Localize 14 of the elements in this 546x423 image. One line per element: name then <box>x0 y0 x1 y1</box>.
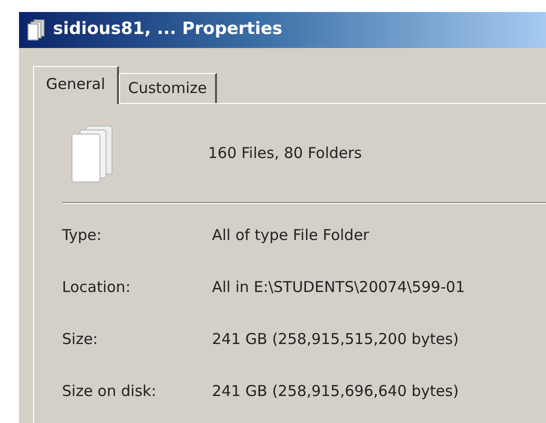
property-value: All of type File Folder <box>212 224 370 246</box>
summary-text: 160 Files, 80 Folders <box>208 143 362 164</box>
window-title: sidious81, ... Properties <box>53 18 282 42</box>
property-label: Size: <box>62 328 99 350</box>
property-label: Location: <box>62 276 132 298</box>
property-label: Type: <box>62 224 103 246</box>
property-value: All in E:\STUDENTS\20074\599-01 <box>212 276 465 298</box>
tab[interactable]: Customize <box>119 73 217 102</box>
property-label: Size on disk: <box>62 380 158 402</box>
documents-icon <box>27 19 45 41</box>
property-value: 241 GB (258,915,515,200 bytes) <box>212 328 459 350</box>
property-value: 241 GB (258,915,696,640 bytes) <box>212 380 459 402</box>
tab[interactable]: General <box>33 66 120 104</box>
documents-icon <box>70 124 114 184</box>
